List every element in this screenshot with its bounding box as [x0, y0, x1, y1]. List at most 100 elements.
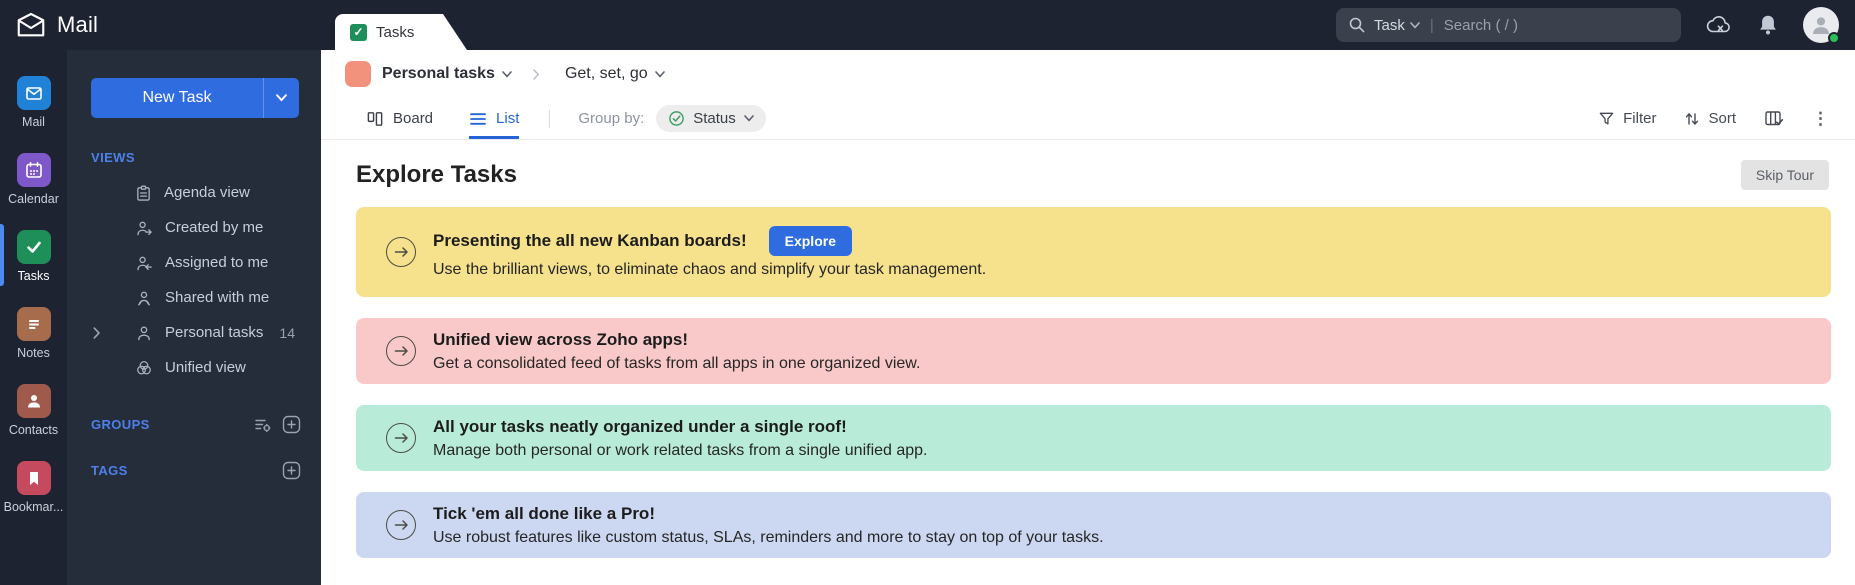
arrow-right-circle-icon[interactable]	[386, 237, 416, 267]
zoho-mail-tasks-app: Mail Task | Search ( / ) ✓ Tasks Mail Ca…	[0, 0, 1855, 585]
app-title: Mail	[57, 12, 99, 37]
list-color-swatch	[345, 61, 371, 87]
rail-item-mail[interactable]: Mail	[0, 76, 67, 129]
tags-header-label: TAGS	[91, 463, 128, 478]
sidebar-item-assigned-to-me[interactable]: Assigned to me	[67, 245, 321, 280]
unified-view-icon	[137, 360, 151, 374]
app-logo[interactable]: Mail	[0, 12, 98, 38]
new-task-button[interactable]: New Task	[91, 78, 299, 118]
new-task-dropdown[interactable]	[263, 78, 299, 118]
mail-logo-icon	[16, 12, 46, 38]
user-avatar[interactable]	[1803, 7, 1840, 44]
explore-header: Explore Tasks Skip Tour	[321, 140, 1855, 190]
sidebar-item-label: Agenda view	[164, 184, 250, 201]
banner-description: Manage both personal or work related tas…	[433, 441, 928, 459]
calendar-icon	[16, 153, 51, 187]
group-by-status-dropdown[interactable]: Status	[656, 105, 766, 132]
rail-label: Notes	[17, 346, 50, 360]
rail-item-tasks[interactable]: Tasks	[0, 224, 67, 286]
topbar: Mail Task | Search ( / )	[0, 0, 1855, 50]
sidebar-item-agenda-view[interactable]: Agenda view	[67, 175, 321, 210]
mail-icon	[16, 76, 51, 110]
chevron-down-icon	[1410, 21, 1420, 29]
active-rail-indicator	[0, 224, 4, 286]
breadcrumb-separator-icon	[533, 68, 540, 80]
person-icon	[138, 326, 150, 340]
tab-label: Tasks	[376, 23, 415, 41]
rail-label: Tasks	[17, 269, 50, 283]
rail-label: Bookmar...	[3, 500, 64, 514]
arrow-right-circle-icon[interactable]	[386, 336, 416, 366]
sidebar-item-label: Shared with me	[165, 289, 270, 306]
chevron-down-icon	[654, 70, 665, 78]
search-scope-label: Task	[1374, 16, 1405, 34]
cloud-offline-icon[interactable]	[1705, 13, 1733, 37]
sidebar-item-created-by-me[interactable]: Created by me	[67, 210, 321, 245]
sidebar: New Task VIEWS Agenda view Created by me…	[67, 50, 321, 585]
status-label: Status	[693, 110, 736, 127]
search-scope-dropdown[interactable]: Task	[1374, 17, 1420, 34]
page-title: Explore Tasks	[356, 161, 517, 188]
list-view-toggle[interactable]: List	[469, 98, 520, 139]
rail-label: Contacts	[8, 423, 59, 437]
list-label: List	[496, 110, 520, 127]
sidebar-item-personal-tasks[interactable]: Personal tasks 14	[67, 315, 321, 350]
rail-item-contacts[interactable]: Contacts	[0, 384, 67, 437]
search-input[interactable]: Search ( / )	[1444, 17, 1518, 34]
arrow-right-circle-icon[interactable]	[386, 423, 416, 453]
topbar-right: Task | Search ( / )	[1336, 7, 1855, 44]
breadcrumb-view-dropdown[interactable]: Get, set, go	[565, 65, 665, 83]
banner-description: Get a consolidated feed of tasks from al…	[433, 354, 921, 372]
explore-button[interactable]: Explore	[768, 225, 852, 256]
breadcrumb-view-label: Get, set, go	[564, 65, 648, 82]
skip-tour-button[interactable]: Skip Tour	[1740, 160, 1829, 190]
add-tag-icon[interactable]	[282, 461, 301, 480]
chevron-down-icon	[276, 94, 287, 102]
sort-button[interactable]: Sort	[1684, 110, 1736, 127]
banner-description: Use the brilliant views, to eliminate ch…	[433, 260, 987, 278]
sort-arrows-icon	[1686, 112, 1699, 125]
groups-section-header: GROUPS	[67, 415, 321, 434]
search-icon	[1348, 16, 1366, 34]
search-divider: |	[1429, 16, 1434, 34]
breadcrumb: Personal tasks Get, set, go	[321, 50, 1855, 98]
notifications-bell-icon[interactable]	[1757, 13, 1779, 37]
rail-label: Mail	[22, 115, 45, 129]
view-toolbar: Board List Group by: Status Filter Sort …	[321, 98, 1855, 140]
notes-icon	[16, 307, 51, 341]
chevron-down-icon	[743, 115, 754, 122]
manage-groups-icon[interactable]	[254, 417, 272, 433]
arrow-right-circle-icon[interactable]	[386, 510, 416, 540]
banner-title: Unified view across Zoho apps!	[433, 329, 689, 349]
tour-banners: Presenting the all new Kanban boards! Ex…	[321, 190, 1855, 558]
sidebar-item-unified-view[interactable]: Unified view	[67, 350, 321, 385]
new-task-label[interactable]: New Task	[91, 78, 263, 118]
filter-funnel-icon	[1599, 112, 1614, 125]
person-arrow-out-icon	[137, 221, 152, 235]
personal-tasks-count: 14	[279, 324, 295, 341]
breadcrumb-list-label: Personal tasks	[382, 65, 495, 82]
breadcrumb-list-dropdown[interactable]: Personal tasks	[382, 65, 512, 83]
rail-item-calendar[interactable]: Calendar	[0, 153, 67, 206]
main-content: Personal tasks Get, set, go Board List G…	[321, 50, 1855, 585]
list-icon	[470, 112, 486, 125]
expand-chevron-icon[interactable]	[93, 326, 101, 339]
customize-columns-icon[interactable]	[1764, 109, 1784, 128]
groups-header-label: GROUPS	[91, 417, 150, 432]
add-group-icon[interactable]	[282, 415, 301, 434]
views-header: VIEWS	[91, 150, 135, 165]
agenda-icon	[137, 185, 150, 201]
contacts-icon	[16, 384, 51, 418]
board-view-toggle[interactable]: Board	[366, 98, 433, 139]
sidebar-item-label: Created by me	[165, 219, 264, 236]
banner-single-roof: All your tasks neatly organized under a …	[356, 405, 1831, 471]
chevron-down-icon	[502, 70, 512, 78]
search-box[interactable]: Task | Search ( / )	[1336, 8, 1681, 42]
rail-item-notes[interactable]: Notes	[0, 307, 67, 360]
rail-item-bookmarks[interactable]: Bookmar...	[0, 461, 67, 514]
sidebar-item-shared-with-me[interactable]: Shared with me	[67, 280, 321, 315]
filter-button[interactable]: Filter	[1598, 110, 1656, 127]
group-by-label: Group by:	[578, 110, 645, 127]
more-options-kebab-icon[interactable]: ⋮	[1812, 109, 1829, 129]
person-share-icon	[138, 291, 150, 305]
